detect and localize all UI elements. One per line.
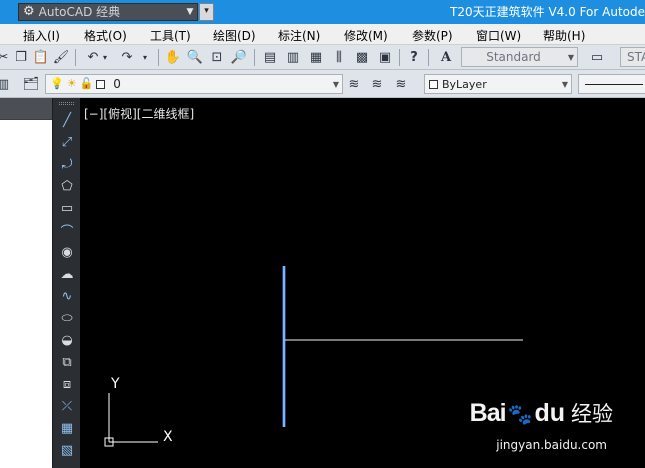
layer-properties-icon[interactable]: ▥ bbox=[0, 75, 12, 93]
undo-dropdown-icon[interactable]: ▾ bbox=[100, 48, 110, 66]
help-icon[interactable]: ? bbox=[405, 48, 423, 66]
menu-dimension[interactable]: 标注(N) bbox=[278, 27, 320, 44]
layer-states-icon[interactable]: 🗂 bbox=[22, 75, 40, 93]
chevron-down-icon: ▼ bbox=[561, 79, 569, 89]
watermark-brand-left: Bai bbox=[469, 399, 507, 427]
baidu-watermark-logo: Bai 🐾 du 经验 bbox=[470, 398, 613, 428]
current-layer-name: 0 bbox=[113, 77, 121, 91]
drawing-canvas[interactable]: [−][俯视][二维线框] Y X Bai 🐾 du 经验 jingyan.ba… bbox=[80, 98, 645, 468]
paw-icon: 🐾 bbox=[507, 402, 533, 426]
toolbar-separator bbox=[158, 49, 159, 66]
markup-icon[interactable]: ▩ bbox=[353, 48, 371, 66]
workspace-dropdown[interactable]: ⚙ AutoCAD 经典 ▼ bbox=[18, 3, 198, 21]
hatch-icon[interactable]: ▦ bbox=[57, 418, 77, 438]
chevron-down-icon: ▼ bbox=[332, 79, 340, 89]
ucs-x-label: X bbox=[163, 429, 173, 445]
toolbar-separator bbox=[399, 49, 400, 66]
polyline-icon[interactable]: ⤾ bbox=[57, 154, 77, 174]
toolbar-separator bbox=[428, 49, 429, 66]
menu-window[interactable]: 窗口(W) bbox=[476, 27, 521, 44]
tool-palettes-icon[interactable]: ▦ bbox=[307, 48, 325, 66]
color-value: ByLayer bbox=[442, 77, 487, 91]
polygon-icon[interactable]: ⬠ bbox=[57, 176, 77, 196]
title-bar: ⚙ AutoCAD 经典 ▼ ▾ T20天正建筑软件 V4.0 For Auto… bbox=[0, 0, 645, 24]
construction-line-icon[interactable]: ⤢ bbox=[57, 132, 77, 152]
make-block-icon[interactable]: ⧈ bbox=[57, 374, 77, 394]
lock-icon: 🔓 bbox=[79, 77, 94, 90]
match-properties-icon[interactable]: 🖌 bbox=[52, 48, 70, 66]
zoom-previous-icon[interactable]: 🔎 bbox=[230, 48, 248, 66]
menu-draw[interactable]: 绘图(D) bbox=[213, 27, 256, 44]
layer-isolate-icon[interactable]: ≋ bbox=[392, 75, 410, 93]
table-style-icon[interactable]: ▭ bbox=[588, 48, 606, 66]
color-dropdown[interactable]: ByLayer ▼ bbox=[424, 74, 572, 94]
workspace-label: AutoCAD 经典 bbox=[38, 5, 121, 19]
lightbulb-icon: 💡 bbox=[50, 77, 64, 90]
chevron-down-icon: ▼ bbox=[567, 52, 575, 62]
menu-modify[interactable]: 修改(M) bbox=[344, 27, 388, 44]
ellipse-icon[interactable]: ⬭ bbox=[57, 308, 77, 328]
linetype-dropdown[interactable] bbox=[578, 74, 645, 94]
quick-access-menu-button[interactable]: ▾ bbox=[199, 3, 214, 21]
draw-toolbar: ╱ ⤢ ⤾ ⬠ ▭ ⌒ ◉ ☁ ∿ ⬭ ◒ ⧉ ⧈ ⤫ ▦ ▧ bbox=[52, 98, 80, 468]
layer-color-swatch bbox=[96, 79, 106, 89]
text-style-value: Standard bbox=[486, 50, 541, 64]
linetype-preview bbox=[585, 84, 643, 85]
toolbar-separator bbox=[75, 49, 76, 66]
redo-icon[interactable]: ↷ bbox=[118, 48, 136, 66]
cut-icon[interactable]: ✂ bbox=[0, 48, 12, 66]
rectangle-icon[interactable]: ▭ bbox=[57, 198, 77, 218]
design-center-icon[interactable]: ▥ bbox=[284, 48, 302, 66]
redo-dropdown-icon[interactable]: ▾ bbox=[140, 48, 150, 66]
line-tool-icon[interactable]: ╱ bbox=[57, 110, 77, 130]
gear-icon: ⚙ bbox=[23, 4, 35, 19]
menu-format[interactable]: 格式(O) bbox=[84, 27, 127, 44]
color-swatch bbox=[429, 79, 438, 89]
insert-block-icon[interactable]: ⧉ bbox=[57, 352, 77, 372]
watermark-brand-right: du bbox=[534, 399, 565, 427]
zoom-window-icon[interactable]: ⊡ bbox=[208, 48, 226, 66]
zoom-realtime-icon[interactable]: 🔍 bbox=[186, 48, 204, 66]
layer-dropdown[interactable]: 💡 ☀ 🔓 0 ▼ bbox=[45, 74, 343, 94]
spline-icon[interactable]: ∿ bbox=[57, 286, 77, 306]
calculator-icon[interactable]: ▣ bbox=[376, 48, 394, 66]
toolbar-separator bbox=[254, 49, 255, 66]
point-icon[interactable]: ⤫ bbox=[57, 396, 77, 416]
layer-previous-icon[interactable]: ≋ bbox=[368, 75, 386, 93]
menu-bar: 插入(I) 格式(O) 工具(T) 绘图(D) 标注(N) 修改(M) 参数(P… bbox=[0, 24, 645, 45]
ucs-icon bbox=[104, 393, 158, 447]
sun-icon: ☀ bbox=[66, 77, 77, 90]
ucs-y-label: Y bbox=[110, 376, 120, 392]
watermark-brand-cn: 经验 bbox=[571, 402, 613, 426]
properties-icon[interactable]: ▤ bbox=[261, 48, 279, 66]
revision-cloud-icon[interactable]: ☁ bbox=[57, 264, 77, 284]
ellipse-arc-icon[interactable]: ◒ bbox=[57, 330, 77, 350]
menu-parametric[interactable]: 参数(P) bbox=[412, 27, 453, 44]
watermark-url: jingyan.baidu.com bbox=[496, 438, 607, 452]
copy-icon[interactable]: ❐ bbox=[12, 48, 30, 66]
menu-insert[interactable]: 插入(I) bbox=[23, 27, 60, 44]
gradient-icon[interactable]: ▧ bbox=[57, 440, 77, 460]
palette-header bbox=[0, 98, 52, 120]
text-style-dropdown[interactable]: Standard ▼ bbox=[461, 47, 578, 67]
table-style-dropdown[interactable]: STA bbox=[620, 47, 645, 67]
arc-icon[interactable]: ⌒ bbox=[57, 220, 77, 240]
chevron-down-icon: ▼ bbox=[186, 7, 194, 17]
paste-icon[interactable]: 📋 bbox=[32, 48, 50, 66]
text-style-icon[interactable]: A bbox=[437, 48, 455, 66]
pan-icon[interactable]: ✋ bbox=[164, 48, 182, 66]
left-palette bbox=[0, 98, 52, 468]
circle-icon[interactable]: ◉ bbox=[57, 242, 77, 262]
sheet-set-icon[interactable]: ⫼ bbox=[330, 48, 348, 66]
make-current-layer-icon[interactable]: ≋ bbox=[345, 75, 363, 93]
menu-tools[interactable]: 工具(T) bbox=[150, 27, 191, 44]
toolbar-grip[interactable] bbox=[59, 102, 74, 105]
menu-help[interactable]: 帮助(H) bbox=[543, 27, 585, 44]
app-title: T20天正建筑软件 V4.0 For Autode bbox=[450, 5, 645, 19]
